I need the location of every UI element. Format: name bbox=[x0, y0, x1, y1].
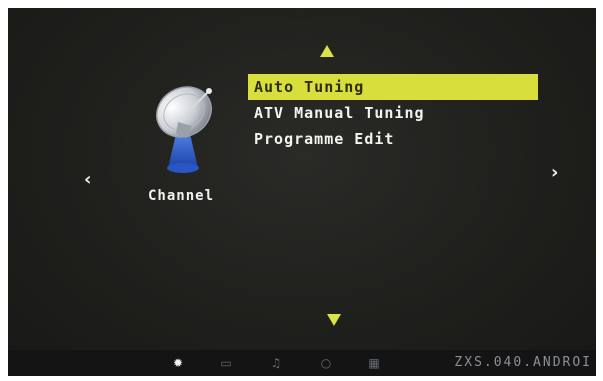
channel-menu: Auto Tuning ATV Manual Tuning Programme … bbox=[248, 74, 538, 152]
up-triangle-icon[interactable] bbox=[320, 45, 334, 57]
menu-item-auto-tuning[interactable]: Auto Tuning bbox=[248, 74, 538, 100]
settings-gear-icon[interactable]: ✹ bbox=[171, 356, 185, 370]
bottom-menu-bar: ✹ ▭ ♫ ○ ▦ ZXS.040.ANDROI bbox=[8, 350, 596, 376]
menu-item-programme-edit[interactable]: Programme Edit bbox=[248, 126, 538, 152]
down-triangle-icon[interactable] bbox=[327, 314, 341, 326]
option-grid-icon[interactable]: ▦ bbox=[367, 356, 381, 370]
picture-icon[interactable]: ▭ bbox=[219, 356, 233, 370]
sound-note-icon[interactable]: ♫ bbox=[269, 356, 283, 370]
model-code-text: ZXS.040.ANDROI bbox=[454, 355, 592, 370]
tv-osd-screen: ‹ › Channel Auto Tuning ATV Manual Tunin… bbox=[8, 8, 596, 376]
right-chevron-icon[interactable]: › bbox=[551, 164, 558, 182]
channel-label: Channel bbox=[148, 188, 215, 204]
time-circle-icon[interactable]: ○ bbox=[319, 356, 333, 370]
left-chevron-icon[interactable]: ‹ bbox=[84, 171, 91, 189]
menu-item-atv-manual-tuning[interactable]: ATV Manual Tuning bbox=[248, 100, 538, 126]
satellite-dish-icon bbox=[156, 86, 212, 173]
